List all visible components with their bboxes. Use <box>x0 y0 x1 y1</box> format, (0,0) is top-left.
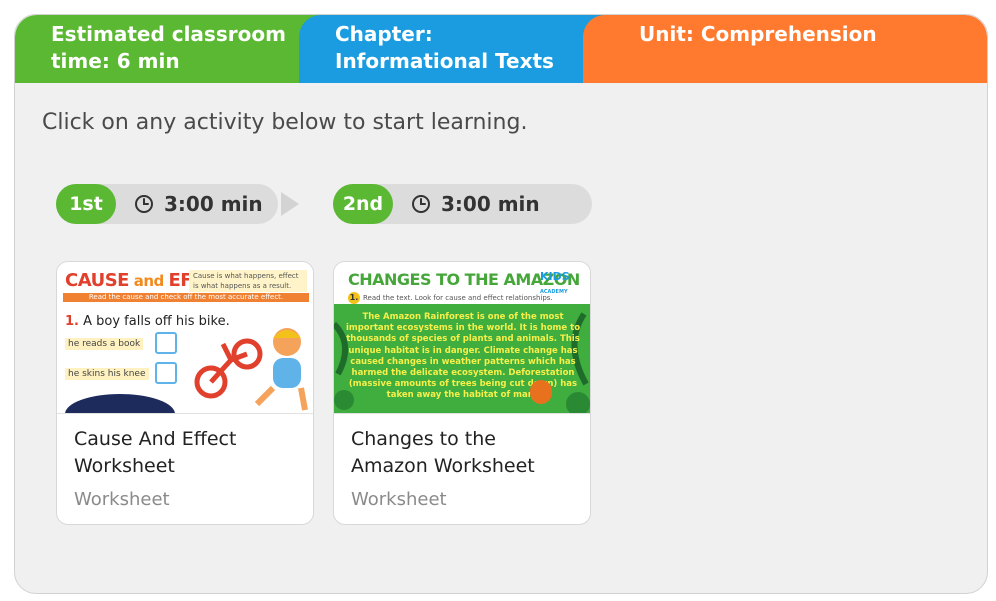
estimated-time-tab: Estimated classroom time: 6 min <box>15 15 321 83</box>
activity-type: Worksheet <box>351 489 447 510</box>
unit-tab[interactable]: Unit: Comprehension <box>583 15 987 83</box>
activity-order-badge: 1st <box>56 184 116 224</box>
worksheet-thumbnail: CAUSE and EFFECT Cause is what happens, … <box>57 262 313 414</box>
clock-icon <box>135 195 153 213</box>
activity-title[interactable]: Cause And Effect Worksheet <box>74 426 299 480</box>
monkey-illustration <box>530 380 552 404</box>
thumb-instruction-bar: Read the cause and check off the most ac… <box>63 293 309 302</box>
activity-duration: 3:00 min <box>164 192 263 216</box>
next-arrow-icon <box>281 192 299 216</box>
activity-2-pill: 2nd 3:00 min <box>333 184 592 224</box>
thumb-checkbox <box>155 332 177 354</box>
activity-order-badge: 2nd <box>333 184 393 224</box>
activity-type: Worksheet <box>74 489 170 510</box>
thumb-instruction: 1. Read the text. Look for cause and effe… <box>348 292 553 304</box>
clock-icon <box>412 195 430 213</box>
activity-card-cause-effect[interactable]: CAUSE and EFFECT Cause is what happens, … <box>56 261 314 525</box>
intro-text: Click on any activity below to start lea… <box>42 110 528 135</box>
thumb-option: he reads a book <box>65 338 144 350</box>
activity-duration: 3:00 min <box>441 192 540 216</box>
activity-1-pill: 1st 3:00 min <box>56 184 278 224</box>
boy-on-bike-illustration <box>194 328 308 411</box>
thumb-option: he skins his knee <box>65 368 149 380</box>
worksheet-thumbnail: CHANGES TO THE AMAZON KIDS ACADEMY 1. Read… <box>334 262 590 414</box>
lesson-header: Estimated classroom time: 6 min Chapter:… <box>15 15 987 83</box>
activity-title[interactable]: Changes to the Amazon Worksheet <box>351 426 576 480</box>
activity-card-amazon[interactable]: CHANGES TO THE AMAZON KIDS ACADEMY 1. Read… <box>333 261 591 525</box>
chapter-tab[interactable]: Chapter: Informational Texts <box>299 15 605 83</box>
planet-illustration <box>65 394 175 413</box>
thumb-checkbox <box>155 362 177 384</box>
thumb-note: Cause is what happens, effect is what ha… <box>189 270 307 292</box>
